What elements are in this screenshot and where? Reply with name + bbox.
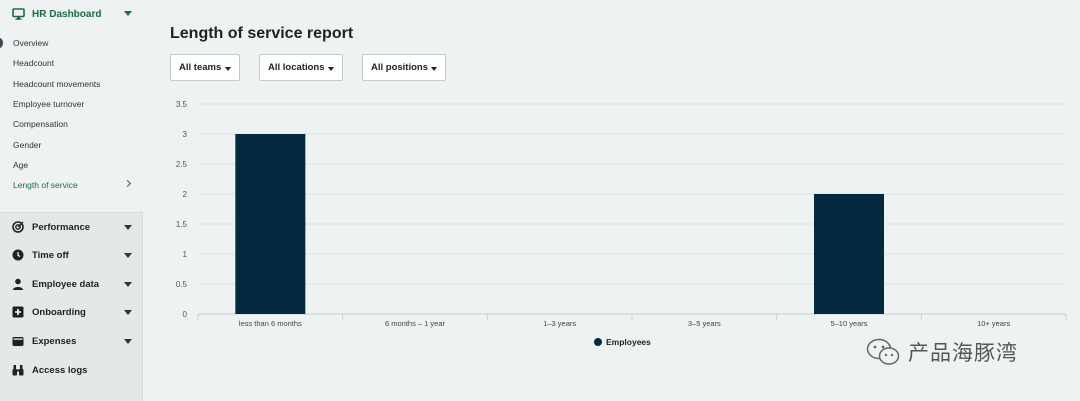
person-icon <box>12 278 24 290</box>
bar <box>235 134 306 314</box>
sidebar-item-employee-turnover[interactable]: Employee turnover <box>13 99 84 109</box>
watermark: 产品海豚湾 <box>866 337 1018 367</box>
chevron-down-icon[interactable] <box>124 310 132 315</box>
x-tick-label: 3–5 years <box>688 319 721 328</box>
nav-label: Performance <box>32 221 91 233</box>
hr-dashboard-label: HR Dashboard <box>32 8 102 20</box>
sidebar-item-time-off[interactable]: Time off <box>12 247 134 263</box>
filter-teams-dropdown[interactable]: All teams <box>170 54 240 81</box>
chevron-down-icon <box>328 67 334 71</box>
y-tick-label: 1 <box>183 250 188 259</box>
chevron-down-icon[interactable] <box>124 11 132 16</box>
sidebar-item-length-of-service[interactable]: Length of service <box>13 180 78 190</box>
watermark-text: 产品海豚湾 <box>908 341 1018 365</box>
chevron-down-icon[interactable] <box>124 225 132 230</box>
nav-label: Onboarding <box>32 306 86 318</box>
x-tick-label: 1–3 years <box>543 319 576 328</box>
y-tick-label: 2 <box>183 190 188 199</box>
filter-positions-dropdown[interactable]: All positions <box>362 54 446 81</box>
nav-label: Expenses <box>32 335 77 347</box>
target-icon <box>12 221 24 233</box>
length-of-service-chart: 0 0.5 1 1.5 2 2.5 3 3.5 less than 6 months 6 mont… <box>176 100 1067 347</box>
bar <box>814 194 884 314</box>
monitor-icon <box>12 8 25 20</box>
nav-label: Employee data <box>32 278 100 290</box>
sidebar-item-employee-data[interactable]: Employee data <box>12 276 134 292</box>
sidebar-item-gender[interactable]: Gender <box>13 140 41 150</box>
y-tick-label: 2.5 <box>176 160 188 169</box>
wallet-icon <box>12 335 24 347</box>
nav-label: Access logs <box>32 364 88 376</box>
chevron-down-icon <box>431 67 437 71</box>
scroll-marker <box>0 38 3 48</box>
legend-label: Employees <box>606 337 651 347</box>
x-tick-label: 5–10 years <box>830 319 867 328</box>
sidebar-item-age[interactable]: Age <box>13 160 28 170</box>
wechat-icon <box>866 338 900 365</box>
filter-label: All positions <box>371 62 428 73</box>
chevron-down-icon[interactable] <box>124 339 132 344</box>
chevron-down-icon <box>225 67 231 71</box>
sidebar-item-compensation[interactable]: Compensation <box>13 119 68 129</box>
sidebar-item-overview[interactable]: Overview <box>13 38 48 48</box>
x-tick-label: 10+ years <box>977 319 1010 328</box>
filter-locations-dropdown[interactable]: All locations <box>259 54 343 81</box>
sidebar-hr-section: HR Dashboard Overview Headcount Headcoun… <box>0 0 143 212</box>
sidebar-item-expenses[interactable]: Expenses <box>12 333 134 349</box>
y-tick-label: 3 <box>183 130 188 139</box>
x-tick-label: 6 months – 1 year <box>385 319 446 328</box>
y-tick-label: 0.5 <box>176 280 188 289</box>
chevron-right-icon <box>123 179 132 188</box>
x-tick-label: less than 6 months <box>239 319 302 328</box>
sidebar-item-headcount[interactable]: Headcount <box>13 58 54 68</box>
sidebar-item-access-logs[interactable]: Access logs <box>12 362 134 378</box>
hr-dashboard-header[interactable]: HR Dashboard <box>12 6 136 22</box>
chevron-down-icon[interactable] <box>124 253 132 258</box>
legend-marker <box>594 338 602 346</box>
page-title: Length of service report <box>170 25 354 42</box>
binoculars-icon <box>12 364 24 376</box>
nav-label: Time off <box>32 249 69 261</box>
sidebar-item-headcount-movements[interactable]: Headcount movements <box>13 79 100 89</box>
y-tick-label: 3.5 <box>176 100 188 109</box>
chevron-down-icon[interactable] <box>124 282 132 287</box>
sidebar-item-performance[interactable]: Performance <box>12 219 134 235</box>
clock-icon <box>12 249 24 261</box>
y-tick-label: 1.5 <box>176 220 188 229</box>
filter-label: All teams <box>179 62 222 73</box>
plus-box-icon <box>12 306 24 318</box>
filter-label: All locations <box>268 62 325 73</box>
sidebar: HR Dashboard Overview Headcount Headcoun… <box>0 0 143 401</box>
y-tick-label: 0 <box>183 310 188 319</box>
sidebar-item-onboarding[interactable]: Onboarding <box>12 304 134 320</box>
